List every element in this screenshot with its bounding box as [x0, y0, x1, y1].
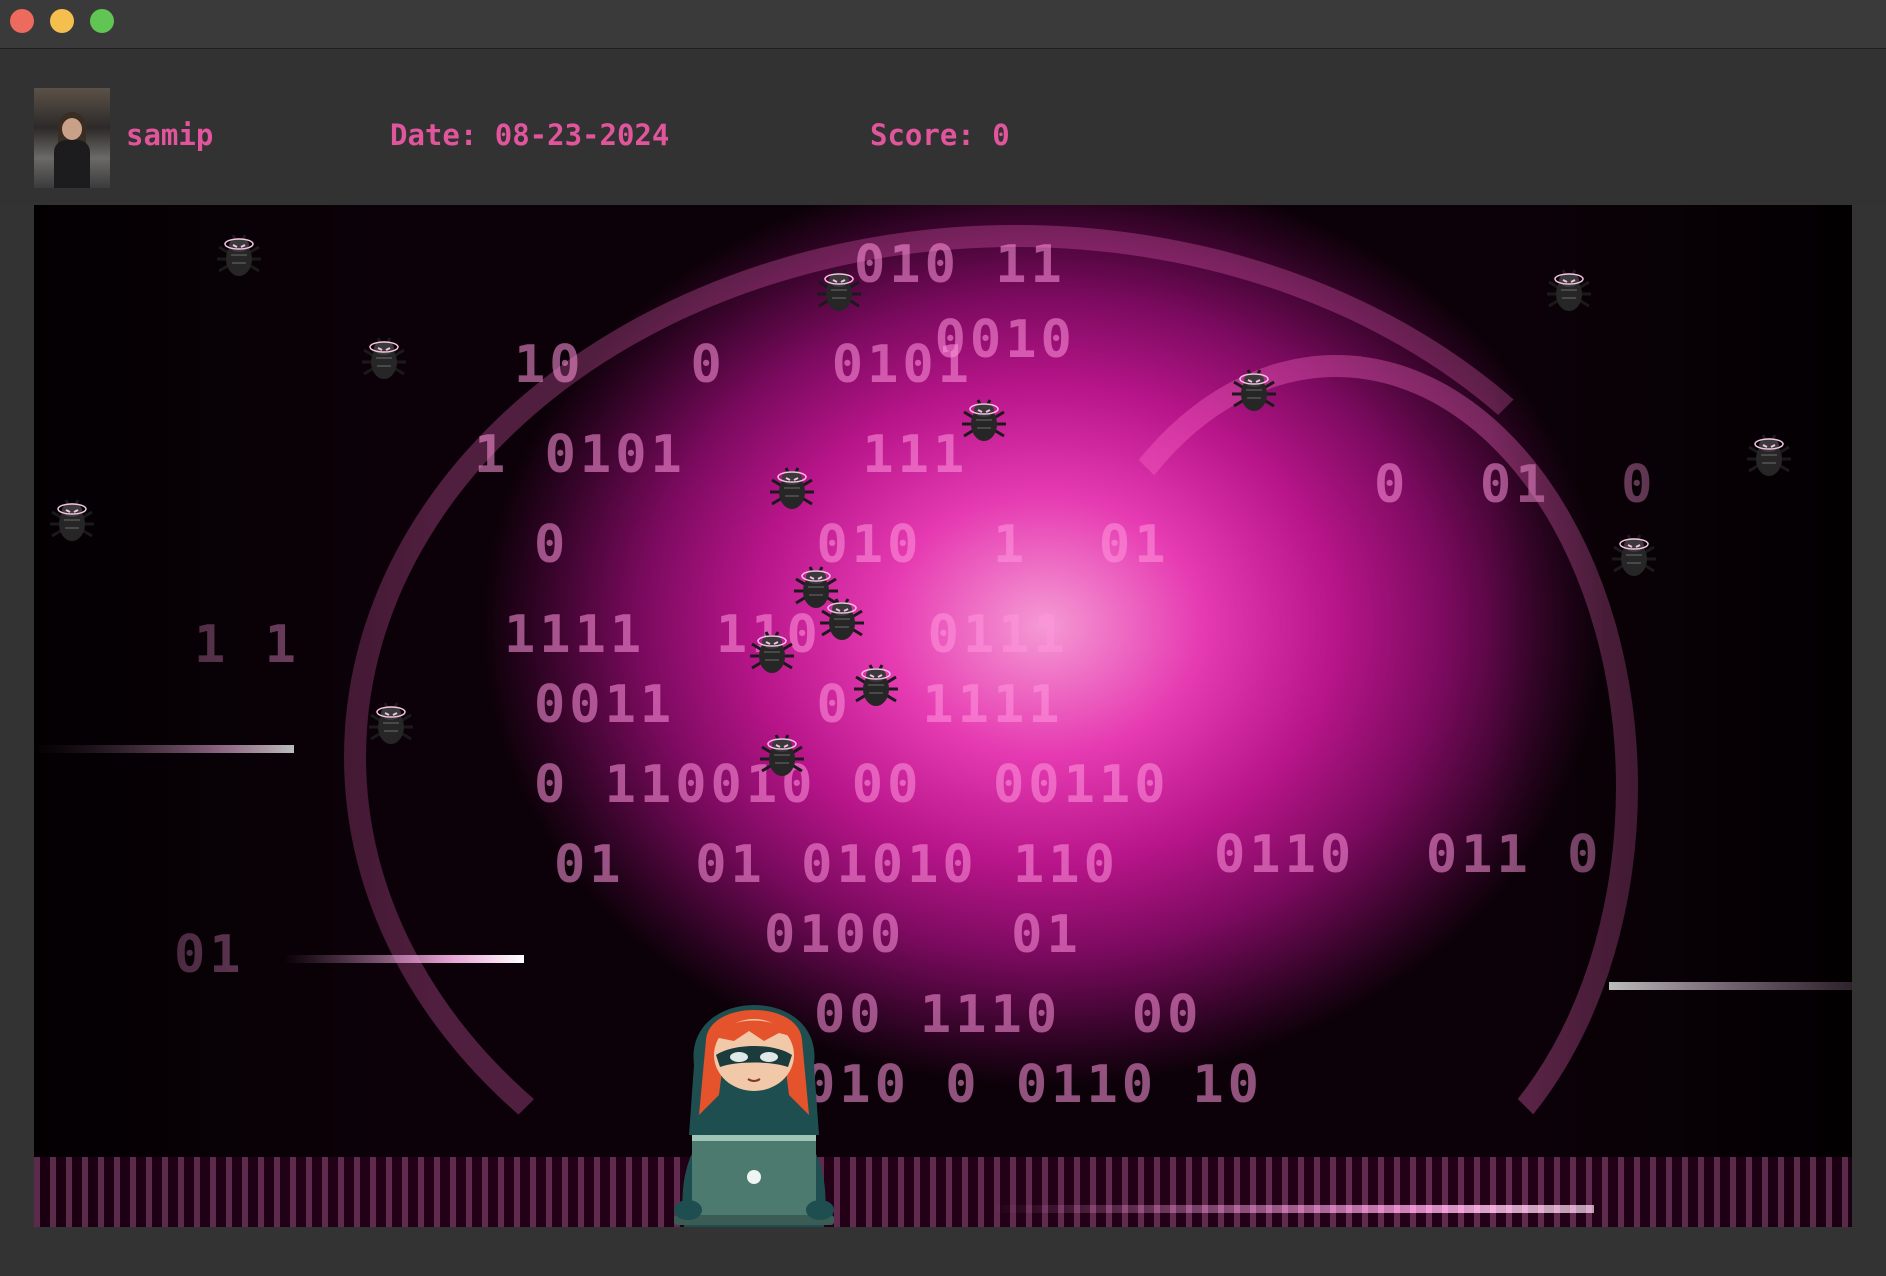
bug-enemy[interactable]: [812, 589, 872, 649]
bug-enemy[interactable]: [1539, 260, 1599, 320]
bug-enemy[interactable]: [752, 725, 812, 785]
bug-enemy[interactable]: [1604, 525, 1664, 585]
username-label: samip: [126, 118, 214, 152]
title-bar: [0, 0, 1886, 49]
bug-enemy[interactable]: [954, 390, 1014, 450]
bug-enemy[interactable]: [42, 490, 102, 550]
bug-enemy[interactable]: [742, 622, 802, 682]
app-window: samip Date: 08-23-2024 Score: 0 010 11 1…: [0, 0, 1886, 1276]
game-canvas[interactable]: 010 11 10 0 0101 0010 1 0101 111 0 010 1…: [34, 205, 1852, 1227]
bug-enemy[interactable]: [809, 260, 869, 320]
minimize-window-button[interactable]: [50, 9, 74, 33]
avatar: [34, 88, 110, 188]
date-label: Date: 08-23-2024: [390, 118, 670, 152]
game-header: samip Date: 08-23-2024 Score: 0: [0, 50, 1886, 205]
hacker-player[interactable]: [654, 945, 854, 1227]
background-vignette: [34, 205, 1852, 1227]
close-window-button[interactable]: [10, 9, 34, 33]
maximize-window-button[interactable]: [90, 9, 114, 33]
bug-enemy[interactable]: [209, 225, 269, 285]
floor-stripes: [34, 1157, 1852, 1227]
bug-enemy[interactable]: [1224, 360, 1284, 420]
bug-enemy[interactable]: [846, 655, 906, 715]
score-label: Score: 0: [870, 118, 1010, 152]
bug-enemy[interactable]: [762, 458, 822, 518]
bug-enemy[interactable]: [361, 693, 421, 753]
bug-enemy[interactable]: [1739, 425, 1799, 485]
bug-enemy[interactable]: [354, 328, 414, 388]
